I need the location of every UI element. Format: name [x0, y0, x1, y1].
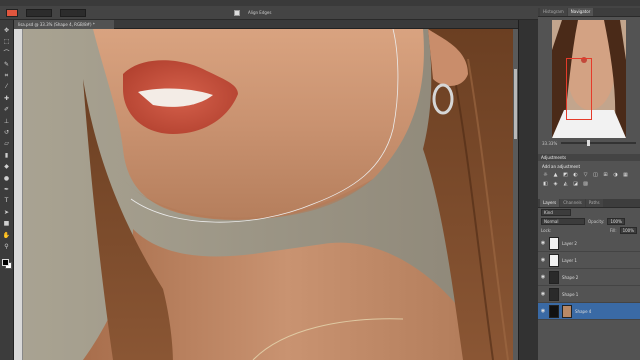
layer-row[interactable]: ◉ Shape 4 [538, 303, 640, 320]
vertical-ruler [14, 29, 23, 360]
document-tab[interactable]: lisa.psd @ 33.3% (Shape 4, RGB/8#) * [14, 20, 114, 29]
layer-name[interactable]: Shape 1 [562, 292, 578, 297]
adjustment-icon[interactable]: ▽ [582, 172, 589, 178]
fill-color-swatch[interactable] [6, 8, 18, 17]
adjustment-icon[interactable]: ▲ [552, 172, 559, 178]
adjustment-icon[interactable]: ▨ [582, 181, 589, 187]
adjustment-icons: ☼ ▲ ◩ ◐ ▽ ◫ ⊞ ◑ ▦ ◧ ◈ ◭ ◪ ▨ [538, 170, 640, 189]
adjustments-tab[interactable]: Adjustments [538, 154, 640, 161]
navigator-preview[interactable] [552, 20, 626, 138]
layers-list: ◉ Layer 2 ◉ Layer 1 ◉ Shape 2 ◉ Shape 1 ◉ Shape 4 [538, 235, 640, 320]
layer-mask-thumbnail [562, 304, 572, 318]
hand-tool-icon[interactable]: ✋ [2, 231, 12, 239]
tools-panel: ✥ ⬚ ⌒ ✎ ⌗ ⁄ ✚ ✐ ⊥ ↺ ▱ ▮ ◆ ● ✒ T ➤ ■ ✋ ⚲ [0, 20, 14, 360]
fill-field[interactable]: 100% [619, 227, 637, 234]
layer-row[interactable]: ◉ Shape 2 [538, 269, 640, 286]
tab-channels[interactable]: Channels [560, 199, 585, 207]
visibility-eye-icon[interactable]: ◉ [540, 308, 546, 314]
opacity-field[interactable]: 100% [607, 218, 625, 225]
shape-tool-icon[interactable]: ■ [2, 220, 12, 228]
marquee-tool-icon[interactable]: ⬚ [2, 37, 12, 45]
layers-tabs: Layers Channels Paths [538, 199, 640, 208]
healing-tool-icon[interactable]: ✚ [2, 94, 12, 102]
align-edges-label: Align Edges [248, 10, 272, 15]
navigator-tabs: Histogram Navigator [538, 8, 640, 17]
align-edges-checkbox[interactable] [234, 9, 240, 16]
photo-image [23, 29, 513, 360]
adjustment-icon[interactable]: ◈ [552, 181, 559, 187]
blur-tool-icon[interactable]: ◆ [2, 163, 12, 171]
layer-thumbnail [549, 236, 559, 250]
crop-tool-icon[interactable]: ⌗ [2, 72, 12, 80]
clone-stamp-tool-icon[interactable]: ⊥ [2, 117, 12, 125]
pen-tool-icon[interactable]: ✒ [2, 185, 12, 193]
adjustment-icon[interactable]: ▦ [622, 172, 629, 178]
adjustments-title: Add an adjustment [542, 164, 581, 169]
collapsed-panel-dock [518, 20, 538, 360]
visibility-eye-icon[interactable]: ◉ [540, 274, 546, 280]
layer-thumbnail [549, 304, 559, 318]
adjustment-icon[interactable]: ◩ [562, 172, 569, 178]
tab-layers[interactable]: Layers [540, 199, 560, 207]
zoom-slider[interactable] [561, 140, 636, 146]
zoom-value[interactable]: 33.33% [542, 141, 557, 146]
height-field[interactable] [60, 8, 86, 17]
eraser-tool-icon[interactable]: ▱ [2, 140, 12, 148]
lock-row: Lock: Fill: 100% [538, 226, 640, 235]
path-select-tool-icon[interactable]: ➤ [2, 208, 12, 216]
layer-name[interactable]: Layer 1 [562, 258, 577, 263]
color-swatches[interactable] [1, 258, 13, 272]
opacity-label: Opacity: [588, 219, 605, 224]
foreground-color[interactable] [1, 258, 9, 266]
blend-row: Normal Opacity: 100% [538, 217, 640, 226]
adjustment-icon[interactable]: ☼ [542, 172, 549, 178]
layer-filter-row: Kind [538, 208, 640, 217]
layer-row[interactable]: ◉ Layer 1 [538, 252, 640, 269]
layer-name[interactable]: Layer 2 [562, 241, 577, 246]
move-tool-icon[interactable]: ✥ [2, 26, 12, 34]
layer-name[interactable]: Shape 4 [575, 309, 591, 314]
adjustment-icon[interactable]: ◫ [592, 172, 599, 178]
visibility-eye-icon[interactable]: ◉ [540, 240, 546, 246]
layer-row[interactable]: ◉ Layer 2 [538, 235, 640, 252]
kind-filter-dropdown[interactable]: Kind [541, 209, 571, 216]
adjustment-icon[interactable]: ◑ [612, 172, 619, 178]
history-brush-tool-icon[interactable]: ↺ [2, 129, 12, 137]
layer-thumbnail [549, 270, 559, 284]
adjustment-icon[interactable]: ◪ [572, 181, 579, 187]
layer-name[interactable]: Shape 2 [562, 275, 578, 280]
brush-tool-icon[interactable]: ✐ [2, 106, 12, 114]
zoom-tool-icon[interactable]: ⚲ [2, 242, 12, 250]
adjustment-icon[interactable]: ◧ [542, 181, 549, 187]
blend-mode-dropdown[interactable]: Normal [541, 218, 585, 225]
visibility-eye-icon[interactable]: ◉ [540, 257, 546, 263]
adjustment-icon[interactable]: ◭ [562, 181, 569, 187]
type-tool-icon[interactable]: T [2, 197, 12, 205]
right-panel-dock: Histogram Navigator 33.33% Adjustments A… [538, 8, 640, 360]
tab-navigator[interactable]: Navigator [567, 8, 594, 16]
tab-paths[interactable]: Paths [585, 199, 603, 207]
navigator-view-rectangle[interactable] [566, 58, 592, 120]
layer-thumbnail [549, 287, 559, 301]
scrollbar-thumb[interactable] [514, 69, 517, 139]
visibility-eye-icon[interactable]: ◉ [540, 291, 546, 297]
dodge-tool-icon[interactable]: ● [2, 174, 12, 182]
document-tab-bar: lisa.psd @ 33.3% (Shape 4, RGB/8#) * [14, 20, 518, 29]
navigator-zoom-row: 33.33% [538, 138, 640, 148]
adjustment-icon[interactable]: ⊞ [602, 172, 609, 178]
quick-select-tool-icon[interactable]: ✎ [2, 60, 12, 68]
fill-label: Fill: [609, 228, 617, 233]
eyedropper-tool-icon[interactable]: ⁄ [2, 83, 12, 91]
lasso-tool-icon[interactable]: ⌒ [2, 49, 12, 57]
layer-row[interactable]: ◉ Shape 1 [538, 286, 640, 303]
tab-histogram[interactable]: Histogram [540, 8, 567, 16]
width-field[interactable] [26, 8, 52, 17]
lock-label: Lock: [541, 228, 552, 233]
layer-thumbnail [549, 253, 559, 267]
adjustment-icon[interactable]: ◐ [572, 172, 579, 178]
document-canvas[interactable] [23, 29, 513, 360]
gradient-tool-icon[interactable]: ▮ [2, 151, 12, 159]
